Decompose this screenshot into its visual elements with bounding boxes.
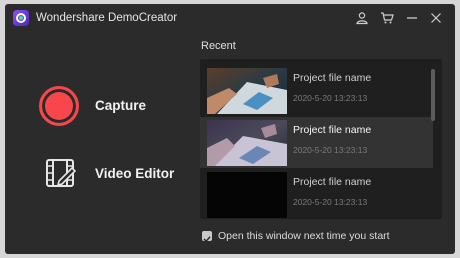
project-thumbnail	[207, 120, 287, 166]
recent-item[interactable]: Project file name 2020-5-20 13:23:13	[200, 169, 433, 219]
recent-item[interactable]: Project file name 2020-5-20 13:23:13	[200, 65, 433, 116]
capture-label: Capture	[95, 98, 147, 113]
cart-icon[interactable]	[380, 11, 394, 25]
app-title: Wondershare DemoCreator	[36, 12, 178, 24]
capture-button[interactable]: Capture	[39, 86, 179, 126]
project-name: Project file name	[293, 124, 372, 136]
recent-scrollbar[interactable]	[431, 69, 435, 121]
democreator-logo-icon	[13, 10, 29, 26]
video-editor-label: Video Editor	[95, 166, 175, 181]
close-icon[interactable]	[429, 11, 443, 25]
project-date: 2020-5-20 13:23:13	[293, 93, 368, 103]
project-thumbnail	[207, 68, 287, 114]
open-on-start-checkbox[interactable]	[202, 231, 212, 243]
video-editor-button[interactable]: Video Editor	[39, 154, 179, 194]
video-editor-icon	[45, 156, 79, 195]
recent-title: Recent	[201, 40, 236, 52]
record-icon	[39, 86, 79, 126]
start-window: Wondershare DemoCreator Capture Video Ed…	[5, 4, 455, 254]
project-name: Project file name	[293, 176, 372, 188]
title-bar: Wondershare DemoCreator	[5, 4, 455, 34]
user-icon[interactable]	[355, 11, 369, 25]
project-name: Project file name	[293, 72, 372, 84]
project-date: 2020-5-20 13:23:13	[293, 197, 368, 207]
recent-projects-list: Project file name 2020-5-20 13:23:13 Pro…	[200, 59, 442, 219]
open-on-start-label: Open this window next time you start	[218, 230, 390, 242]
recent-item[interactable]: Project file name 2020-5-20 13:23:13	[200, 117, 433, 168]
minimize-icon[interactable]	[405, 11, 419, 25]
check-icon	[203, 236, 211, 243]
project-date: 2020-5-20 13:23:13	[293, 145, 368, 155]
project-thumbnail	[207, 172, 287, 218]
